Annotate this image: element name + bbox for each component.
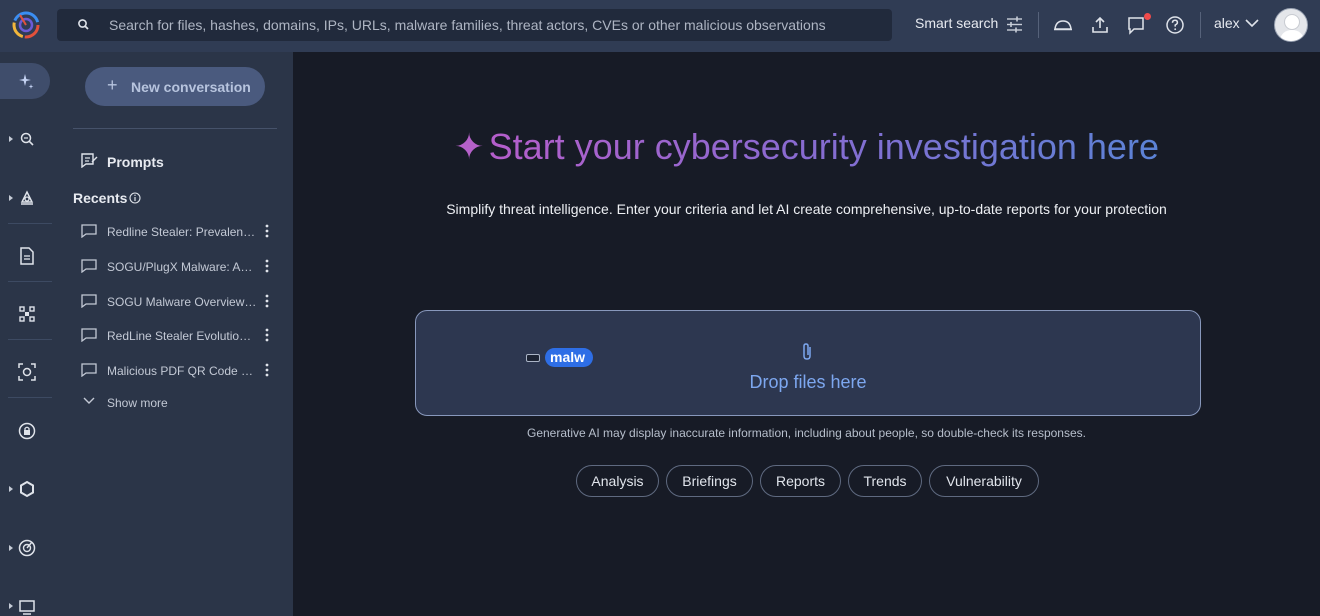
hexagon-icon [20, 480, 34, 498]
chat-icon [81, 363, 97, 377]
more-options-icon[interactable] [265, 328, 269, 342]
avatar[interactable] [1274, 8, 1308, 42]
divider [73, 128, 277, 129]
more-options-icon[interactable] [265, 224, 269, 238]
keyboard-icon [526, 354, 540, 362]
search-icon [78, 19, 89, 30]
rail-item-graph[interactable] [0, 294, 57, 334]
document-icon [20, 247, 34, 265]
more-options-icon[interactable] [265, 363, 269, 377]
paperclip-icon [803, 343, 811, 360]
graph-icon [19, 306, 35, 322]
rail-item-detection[interactable] [0, 352, 57, 392]
recent-conversation-item[interactable]: RedLine Stealer Evolution and Trends [75, 322, 281, 348]
chat-icon [81, 328, 97, 342]
user-silhouette-icon [1279, 14, 1305, 41]
info-icon[interactable] [129, 192, 141, 204]
suggestion-vulnerability[interactable]: Vulnerability [929, 465, 1039, 497]
prompts-icon [81, 153, 98, 168]
plus-icon: + [107, 75, 118, 95]
more-options-icon[interactable] [265, 259, 269, 273]
search-scan-icon [20, 132, 34, 146]
recent-conversation-item[interactable]: Malicious PDF QR Code Phishing [75, 357, 281, 383]
smart-search-button[interactable]: Smart search [915, 15, 998, 31]
suggestion-analysis[interactable]: Analysis [576, 465, 659, 497]
rail-item-devices[interactable] [0, 586, 57, 616]
hat-icon[interactable] [1052, 14, 1074, 36]
recent-conversation-title: Redline Stealer: Prevalence and Analysis [107, 225, 257, 239]
hunting-icon [20, 190, 34, 205]
rail-item-hunting[interactable] [0, 178, 57, 218]
ai-disclaimer: Generative AI may display inaccurate inf… [527, 426, 1086, 440]
recent-conversation-title: RedLine Stealer Evolution and Trends [107, 329, 257, 343]
rail-item-reports[interactable] [0, 236, 57, 276]
chat-icon [81, 224, 97, 238]
recent-conversation-title: SOGU Malware Overview and Analysis [107, 295, 257, 309]
rail-item-integrations[interactable] [0, 469, 57, 509]
radar-icon [18, 539, 36, 557]
help-icon[interactable] [1164, 14, 1186, 36]
recent-conversation-item[interactable]: SOGU Malware Overview and Analysis [75, 288, 281, 314]
new-conversation-button[interactable]: + New conversation [85, 67, 265, 106]
detection-icon [18, 363, 36, 381]
chat-icon [81, 259, 97, 273]
recent-conversation-title: SOGU/PlugX Malware: Activity Overview [107, 260, 257, 274]
input-text-chip[interactable]: malw [545, 348, 594, 367]
new-conversation-label: New conversation [131, 79, 251, 95]
sparkle-icon [19, 74, 34, 89]
more-options-icon[interactable] [265, 294, 269, 308]
divider [1038, 12, 1039, 38]
suggestion-briefings[interactable]: Briefings [666, 465, 753, 497]
recent-conversation-title: Malicious PDF QR Code Phishing [107, 364, 257, 378]
user-name[interactable]: alex [1214, 15, 1240, 31]
global-search-bar[interactable] [57, 9, 892, 41]
page-title: ✦ Start your cybersecurity investigation… [293, 126, 1320, 168]
sliders-icon[interactable] [1006, 16, 1023, 33]
icon-rail [0, 52, 57, 616]
monitor-icon [19, 600, 35, 615]
chat-icon [81, 294, 97, 308]
suggestion-trends[interactable]: Trends [848, 465, 922, 497]
upload-icon[interactable] [1089, 14, 1111, 36]
rail-item-monitoring[interactable] [0, 528, 57, 568]
prompts-label: Prompts [107, 154, 164, 170]
show-more-label: Show more [107, 396, 168, 410]
prompt-input-dropzone[interactable]: malw Drop files here [415, 310, 1201, 416]
recent-conversation-item[interactable]: Redline Stealer: Prevalence and Analysis [75, 218, 281, 244]
rail-item-ai-assistant[interactable] [0, 63, 50, 99]
notification-badge [1144, 13, 1151, 20]
rail-item-search-scan[interactable] [0, 119, 57, 159]
divider [1200, 12, 1201, 38]
conversation-panel: + New conversation Prompts Recents Redli… [57, 52, 293, 616]
app-logo-icon[interactable] [11, 10, 41, 40]
page-title-text: Start your cybersecurity investigation h… [488, 126, 1159, 167]
chevron-down-icon [83, 397, 95, 404]
lock-icon [18, 422, 36, 440]
recents-heading: Recents [73, 190, 128, 206]
top-bar: Smart search alex [0, 0, 1320, 52]
global-search-input[interactable] [109, 9, 879, 41]
suggestion-reports[interactable]: Reports [760, 465, 841, 497]
sparkle-icon: ✦ [454, 126, 485, 167]
drop-files-label: Drop files here [749, 372, 867, 392]
page-subtitle: Simplify threat intelligence. Enter your… [446, 201, 1167, 217]
rail-item-security[interactable] [0, 411, 57, 451]
chevron-down-icon[interactable] [1245, 18, 1259, 28]
recent-conversation-item[interactable]: SOGU/PlugX Malware: Activity Overview [75, 253, 281, 279]
